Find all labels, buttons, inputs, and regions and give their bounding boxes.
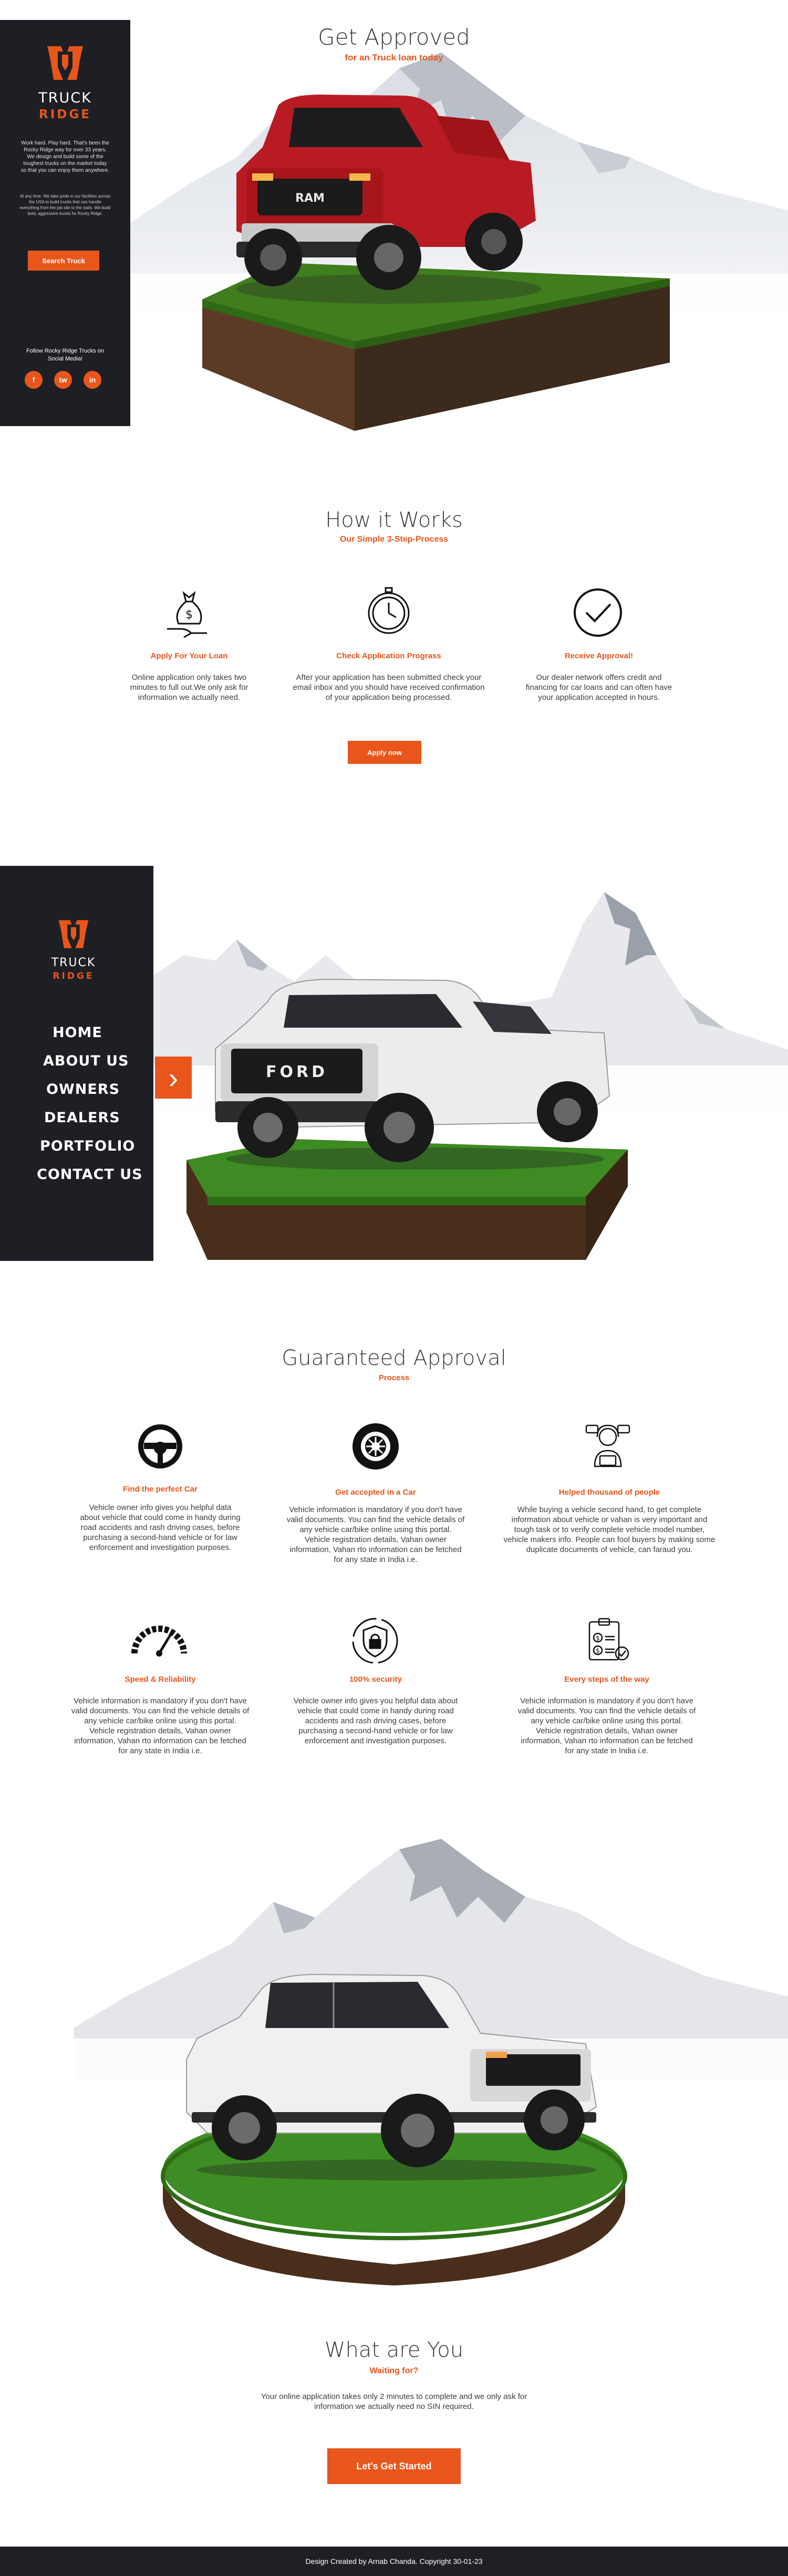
feature-6-text: Vehicle information is mandatory if you … [517, 1696, 696, 1755]
svg-text:$: $ [596, 1634, 600, 1642]
step-1-title: Apply For Your Loan [150, 651, 228, 660]
speedometer-icon [131, 1626, 187, 1657]
hero-intro-text: Work hard. Play hard. That's been the Ro… [20, 140, 110, 173]
nav-link-contact-us[interactable]: CONTACT US [37, 1166, 143, 1183]
feature-5-title: 100% security [349, 1675, 402, 1684]
feature-3-text: While buying a vehicle second hand, to g… [503, 1505, 716, 1554]
footer: Design Created by Arnab Chanda. Copyrigh… [0, 2547, 788, 2576]
support-agent-icon [585, 1424, 630, 1467]
how-title: How it Works [325, 508, 463, 532]
guarantee-title: Guaranteed Approval [282, 1346, 506, 1370]
step-2-text: After your application has been submitte… [293, 673, 485, 702]
white-raptor-truck-illustration [186, 1973, 597, 2180]
feature-3-title: Helped thousand of people [558, 1488, 660, 1497]
nav-link-about-us[interactable]: ABOUT US [43, 1053, 129, 1069]
step-3-title: Receive Approval! [564, 651, 634, 660]
footer-copyright: Design Created by Arnab Chanda. Copyrigh… [305, 2557, 483, 2565]
steering-wheel-icon [138, 1424, 182, 1468]
chevron-right-icon: › [168, 1061, 179, 1094]
svg-text:$: $ [596, 1647, 600, 1654]
svg-text:$: $ [185, 608, 193, 622]
nav-link-dealers[interactable]: DEALERS [44, 1110, 120, 1126]
grille-badge: RAM [295, 192, 325, 205]
showcase-section [0, 1839, 788, 2312]
side-menu-panel: TRUCK RIDGE HOME ABOUT US OWNERS DEALERS… [0, 866, 153, 1261]
money-bag-hand-icon: $ [167, 591, 207, 638]
cta-subtitle: Waiting for? [369, 2366, 419, 2375]
grille-badge-2: FORD [266, 1063, 328, 1081]
nav-link-owners[interactable]: OWNERS [46, 1081, 120, 1098]
feature-6-title: Every steps of the way [564, 1675, 649, 1684]
menu-brand-name: TRUCK [51, 956, 96, 969]
nav-link-home[interactable]: HOME [53, 1025, 102, 1041]
feature-1-text: Vehicle owner info gives you helpful dat… [80, 1503, 241, 1552]
feature-4-text: Vehicle information is mandatory if you … [71, 1696, 250, 1755]
how-subtitle: Our Simple 3-Step-Process [339, 535, 449, 544]
hero-sidebar: TRUCK RIDGE Work hard. Play hard. That's… [0, 20, 130, 426]
feature-4-title: Speed & Reliability [125, 1675, 196, 1684]
white-pickup-truck-illustration: FORD [215, 978, 610, 1170]
feature-2-text: Vehicle information is mandatory if you … [286, 1505, 465, 1564]
step-1-text: Online application only takes two minute… [130, 673, 248, 702]
get-started-button[interactable]: Let's Get Started [327, 2448, 461, 2484]
step-3-text: Our dealer network offers credit and fin… [525, 673, 672, 702]
feature-2-title: Get accepted in a Car [335, 1488, 416, 1497]
feature-1-title: Find the perfect Car [123, 1485, 198, 1494]
hero-subtitle: for an Truck loan today [345, 53, 443, 63]
follow-social-text: Follow Rocky Ridge Trucks on Social Medi… [26, 348, 104, 362]
tyre-icon [352, 1423, 399, 1470]
security-lock-icon [352, 1618, 398, 1664]
step-2-title: Check Application Prograss [336, 651, 441, 660]
how-it-works-section: How it Works Our Simple 3-Step-Process $… [0, 494, 788, 788]
menu-brand-name-secondary: RIDGE [53, 971, 95, 981]
linkedin-icon[interactable]: in [84, 371, 101, 389]
checkmark-circle-icon [574, 588, 622, 637]
facebook-icon[interactable]: f [25, 371, 43, 389]
truck-ridge-logo-icon-2 [58, 920, 89, 948]
red-pickup-truck-illustration: RAM [236, 95, 541, 304]
search-truck-button[interactable]: Search Truck [28, 251, 99, 271]
truck-ridge-logo-icon [47, 46, 83, 80]
hero-title: Get Approved [318, 24, 470, 50]
menu-toggle-button[interactable]: › [155, 1057, 192, 1099]
stopwatch-icon [368, 587, 410, 634]
cta-title: What are You [324, 2338, 464, 2362]
brand-name-secondary: RIDGE [39, 108, 91, 121]
guarantee-subtitle: Process [378, 1373, 410, 1382]
checklist-icon: $ $ [588, 1618, 629, 1661]
cta-text: Your online application takes only 2 min… [261, 2392, 527, 2411]
apply-now-button[interactable]: Apply now [348, 741, 421, 764]
hero-intro-text-secondary: At any time. We take pride in our facili… [19, 194, 111, 216]
brand-name: TRUCK [38, 90, 92, 106]
hero-section: RAM Get Approved for an Truck loan today… [0, 0, 788, 436]
cta-section: What are You Waiting for? Your online ap… [0, 2322, 788, 2532]
nav-link-portfolio[interactable]: PORTFOLIO [40, 1138, 135, 1154]
feature-5-text: Vehicle owner info gives you helpful dat… [293, 1696, 458, 1745]
twitter-icon[interactable]: tw [54, 371, 72, 389]
menu-slider-section: FORD TRUCK RIDGE HOME ABOUT US OWNERS DE… [0, 866, 788, 1261]
guaranteed-approval-section: Guaranteed Approval Process Find the per… [0, 1334, 788, 1797]
